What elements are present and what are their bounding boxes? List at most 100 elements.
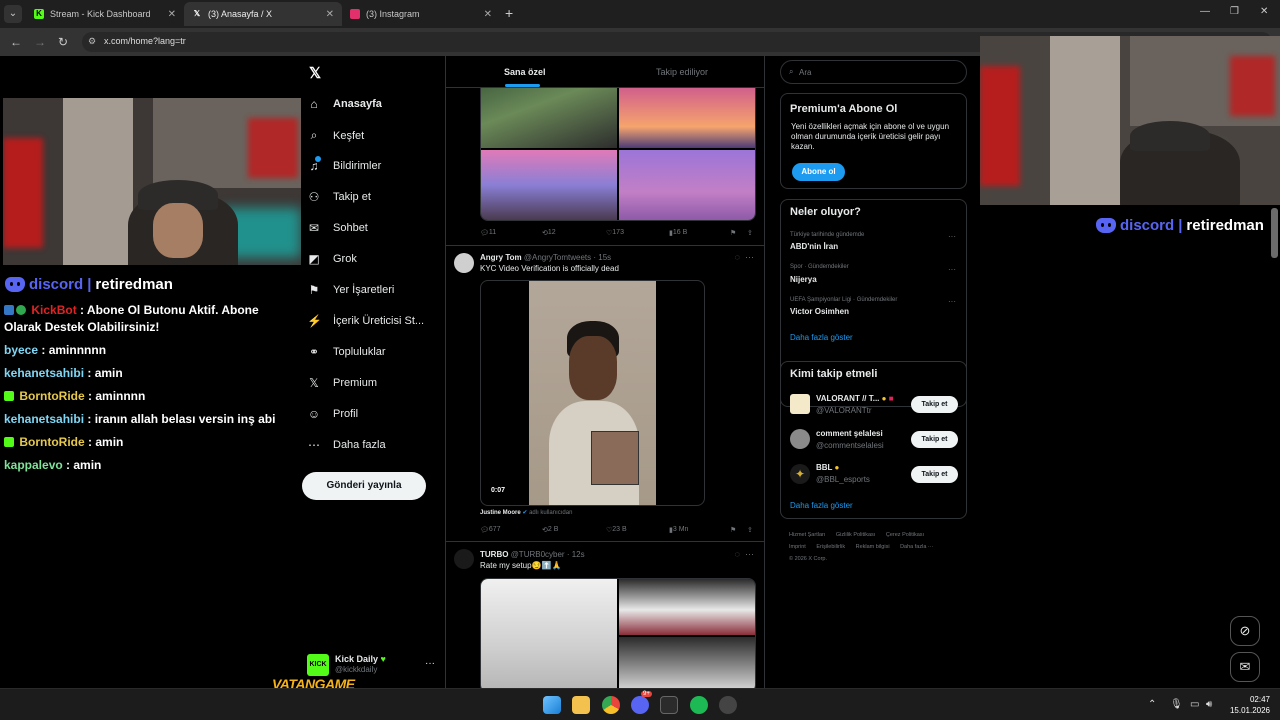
video-attribution[interactable]: Justine Moore ✔ adlı kullanıcıdan bbox=[480, 509, 572, 516]
nav-explore[interactable]: ⌕ Keşfet bbox=[307, 128, 365, 143]
forward-arrow-icon[interactable]: → bbox=[34, 35, 46, 49]
restore-icon[interactable]: ❐ bbox=[1230, 6, 1239, 17]
grok-floating-icon[interactable]: ⊘ bbox=[1230, 616, 1260, 646]
reply-button[interactable]: 💬︎ 677 bbox=[480, 526, 501, 534]
windows-start-icon[interactable] bbox=[543, 696, 561, 714]
views-count[interactable]: ▮ 3 Mn bbox=[669, 526, 688, 534]
suggested-name[interactable]: comment şelalesi bbox=[816, 429, 883, 438]
trend-name[interactable]: ABD'nin İran bbox=[790, 242, 838, 251]
footer-link[interactable]: Çerez Politikası bbox=[886, 532, 924, 538]
file-explorer-icon[interactable] bbox=[572, 696, 590, 714]
tab-following[interactable]: Takip ediliyor bbox=[656, 67, 708, 77]
more-dots-icon[interactable]: ··· bbox=[948, 232, 956, 241]
footer-link[interactable]: Reklam bilgisi bbox=[856, 544, 890, 550]
tab-close-icon[interactable]: ✕ bbox=[326, 9, 334, 20]
nav-profile[interactable]: ☺ Profil bbox=[307, 407, 358, 421]
nav-chat[interactable]: ✉ Sohbet bbox=[307, 221, 368, 235]
post-button[interactable]: Gönderi yayınla bbox=[302, 472, 426, 500]
media-image[interactable] bbox=[481, 579, 617, 688]
tab-close-icon[interactable]: ✕ bbox=[168, 9, 176, 20]
nav-grok[interactable]: ◩ Grok bbox=[307, 252, 357, 266]
trend-name[interactable]: Nijerya bbox=[790, 275, 817, 284]
like-button[interactable]: ♡ 173 bbox=[606, 229, 624, 237]
media-image[interactable] bbox=[481, 149, 617, 220]
share-icon[interactable]: ⇪ bbox=[747, 526, 753, 534]
follow-button[interactable]: Takip et bbox=[911, 396, 958, 413]
more-dots-icon[interactable]: ··· bbox=[425, 658, 435, 669]
media-image[interactable] bbox=[619, 636, 755, 688]
tab-close-icon[interactable]: ✕ bbox=[484, 9, 492, 20]
footer-link[interactable]: Gizlilik Politikası bbox=[836, 532, 875, 538]
nav-home[interactable]: ⌂ Anasayfa bbox=[307, 97, 382, 111]
subscribe-button[interactable]: Abone ol bbox=[792, 163, 845, 181]
tweet-media-grid[interactable] bbox=[480, 76, 756, 221]
spotify-icon[interactable] bbox=[690, 696, 708, 714]
new-tab-plus-icon[interactable]: + bbox=[505, 5, 513, 21]
suggested-name[interactable]: BBL ● bbox=[816, 463, 839, 472]
nav-premium[interactable]: 𝕏 Premium bbox=[307, 376, 377, 390]
nav-notifications[interactable]: ♫ Bildirimler bbox=[307, 156, 381, 173]
search-input[interactable]: ⌕ Ara bbox=[780, 60, 967, 84]
trend-name[interactable]: Victor Osimhen bbox=[790, 307, 849, 316]
follow-button[interactable]: Takip et bbox=[911, 466, 958, 483]
site-info-icon[interactable]: ⚙ bbox=[88, 36, 96, 47]
avatar[interactable] bbox=[790, 394, 810, 414]
show-more-link[interactable]: Daha fazla göster bbox=[790, 501, 853, 510]
more-dots-icon[interactable]: ··· bbox=[948, 297, 956, 306]
grok-icon[interactable]: ◌ bbox=[735, 252, 740, 262]
footer-link[interactable]: Imprint bbox=[789, 544, 806, 550]
share-icon[interactable]: ⇪ bbox=[747, 229, 753, 237]
tab-for-you[interactable]: Sana özel bbox=[504, 67, 546, 77]
nav-follow[interactable]: ⚇ Takip et bbox=[307, 190, 371, 204]
tweet-media-grid[interactable] bbox=[480, 578, 756, 688]
account-switcher[interactable]: KICK Kick Daily ♥ @kickkdaily ··· bbox=[307, 652, 441, 678]
page-scrollbar[interactable] bbox=[1271, 208, 1278, 258]
back-arrow-icon[interactable]: ← bbox=[10, 35, 22, 49]
volume-icon[interactable]: 🔊︎ bbox=[1206, 699, 1212, 710]
avatar[interactable] bbox=[790, 429, 810, 449]
tab-list-chevron-icon[interactable]: ⌄ bbox=[4, 5, 22, 23]
close-window-icon[interactable]: ✕ bbox=[1260, 6, 1268, 17]
more-dots-icon[interactable]: ··· bbox=[745, 549, 754, 559]
nav-more[interactable]: ⋯ Daha fazla bbox=[307, 438, 386, 452]
tab-instagram[interactable]: (3) Instagram ✕ bbox=[342, 2, 500, 26]
nav-bookmarks[interactable]: ⚑ Yer İşaretleri bbox=[307, 283, 395, 297]
nav-creator-studio[interactable]: ⚡ İçerik Üreticisi St... bbox=[307, 314, 424, 328]
footer-link[interactable]: Daha fazla ··· bbox=[900, 544, 933, 550]
x-logo-icon[interactable]: 𝕏 bbox=[309, 64, 321, 82]
more-dots-icon[interactable]: ··· bbox=[745, 252, 754, 262]
reload-icon[interactable]: ↻ bbox=[58, 35, 68, 49]
show-more-link[interactable]: Daha fazla göster bbox=[790, 333, 853, 342]
discord-icon[interactable]: 9+ bbox=[631, 691, 652, 714]
views-count[interactable]: ▮ 16 B bbox=[669, 229, 687, 237]
terminal-icon[interactable] bbox=[660, 696, 678, 714]
avatar[interactable]: ✦ bbox=[790, 464, 810, 484]
messages-floating-icon[interactable]: ✉ bbox=[1230, 652, 1260, 682]
reply-button[interactable]: 💬︎ 11 bbox=[480, 229, 496, 237]
tweet-video[interactable]: 0:07 bbox=[480, 280, 705, 506]
footer-link[interactable]: Erişilebilirlik bbox=[816, 544, 845, 550]
nav-communities[interactable]: ⚭ Topluluklar bbox=[307, 345, 386, 359]
network-icon[interactable]: ▭ bbox=[1190, 699, 1199, 710]
avatar[interactable] bbox=[454, 549, 474, 569]
clock[interactable]: 02:47 15.01.2026 bbox=[1228, 694, 1270, 716]
tab-x-home[interactable]: 𝕏 (3) Anasayfa / X ✕ bbox=[184, 2, 342, 26]
microphone-icon[interactable]: 🎙︎ bbox=[1170, 699, 1183, 710]
follow-button[interactable]: Takip et bbox=[911, 431, 958, 448]
bookmark-icon[interactable]: ⚑ bbox=[730, 229, 736, 237]
suggested-name[interactable]: VALORANT // T... ● ■ bbox=[816, 394, 894, 403]
retweet-button[interactable]: ⟲ 2 B bbox=[542, 526, 558, 534]
media-image[interactable] bbox=[619, 579, 755, 635]
tray-chevron-icon[interactable]: ⌃ bbox=[1148, 699, 1156, 710]
retweet-button[interactable]: ⟲ 12 bbox=[542, 229, 556, 237]
chrome-icon[interactable] bbox=[602, 696, 620, 714]
grok-icon[interactable]: ◌ bbox=[735, 549, 740, 559]
tab-kick-dashboard[interactable]: K Stream - Kick Dashboard ✕ bbox=[26, 2, 184, 26]
footer-link[interactable]: Hizmet Şartları bbox=[789, 532, 825, 538]
more-dots-icon[interactable]: ··· bbox=[948, 265, 956, 274]
avatar[interactable] bbox=[454, 253, 474, 273]
media-image[interactable] bbox=[619, 149, 755, 220]
like-button[interactable]: ♡ 23 B bbox=[606, 526, 627, 534]
url-text[interactable]: x.com/home?lang=tr bbox=[104, 36, 186, 46]
obs-icon[interactable] bbox=[719, 696, 737, 714]
